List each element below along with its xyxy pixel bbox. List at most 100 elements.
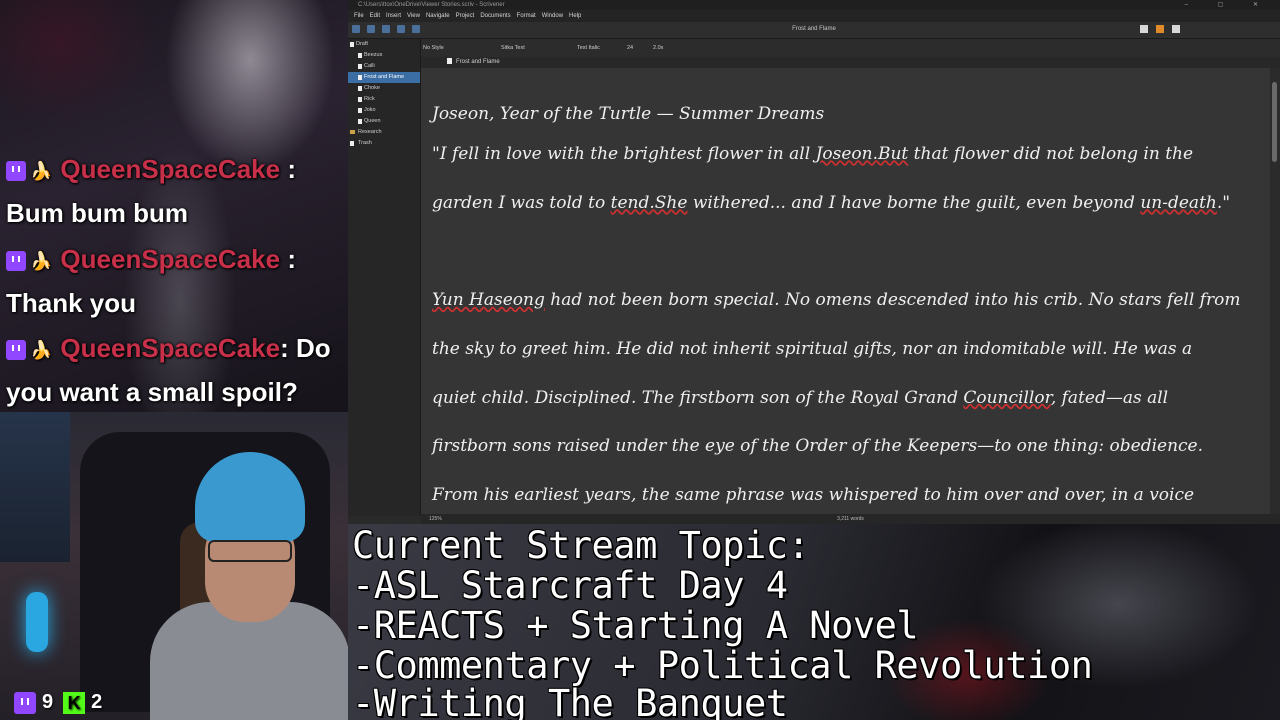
text-line: firstborn sons raised under the eye of t…: [432, 436, 1204, 457]
binder-item-choke[interactable]: Choke: [348, 83, 420, 94]
twitch-badge-icon: [6, 251, 26, 272]
menu-navigate[interactable]: Navigate: [426, 10, 450, 22]
text-line: "I fell in love with the brightest flowe…: [432, 144, 1194, 164]
scrivener-window: C:\Users\ttox\OneDrive\Viewer Stories.sc…: [348, 0, 1280, 524]
chat-text: Bum bum bum: [6, 198, 188, 229]
binder-item-draft[interactable]: Draft: [348, 39, 420, 50]
wall-poster: [0, 412, 70, 562]
chat-message: 🍌 QueenSpaceCake: Do you want a small spo…: [6, 327, 344, 412]
menu-file[interactable]: File: [354, 10, 364, 22]
format-bar: No Style Sitka Text Text Italic 24 2.0x: [421, 39, 1280, 58]
menu-edit[interactable]: Edit: [370, 10, 380, 22]
chat-text: Thank you: [6, 288, 137, 319]
menu-bar: File Edit Insert View Navigate Project D…: [348, 10, 1280, 22]
kick-viewer-count: K 2: [63, 691, 102, 714]
binder-item-trash[interactable]: Trash: [348, 138, 420, 149]
word-count: 3,211 words: [837, 516, 864, 522]
style-select[interactable]: No Style: [423, 45, 444, 51]
chat-text: you want a small spoil?: [6, 377, 298, 408]
chat-overlay: 🍌 QueenSpaceCake : Bum bum bum 🍌 QueenSpac…: [0, 0, 348, 412]
editor-document-title: Frost and Flame: [456, 59, 500, 65]
menu-project[interactable]: Project: [456, 10, 475, 22]
chat-message: 🍌 QueenSpaceCake : Thank you: [6, 238, 344, 324]
menu-window[interactable]: Window: [542, 10, 563, 22]
trash-icon: [350, 141, 354, 146]
stream-topic-banner: Current Stream Topic: -ASL Starcraft Day…: [348, 524, 1280, 720]
line-spacing-select[interactable]: 2.0x: [653, 45, 663, 51]
viewer-counters: 9 K 2: [14, 691, 102, 714]
misspelled-word: Councillor: [963, 387, 1051, 408]
text-line: quiet child. Disciplined. The firstborn …: [432, 387, 1169, 408]
binder-item-rick[interactable]: Rick: [348, 94, 420, 105]
chapter-heading: Joseon, Year of the Turtle — Summer Drea…: [432, 104, 825, 124]
document-icon: [358, 53, 362, 58]
topic-title: Current Stream Topic:: [352, 524, 810, 567]
editor-pane[interactable]: Joseon, Year of the Turtle — Summer Drea…: [421, 68, 1270, 514]
main-toolbar: Frost and Flame: [348, 22, 1280, 39]
menu-format[interactable]: Format: [517, 10, 536, 22]
lava-lamp: [26, 592, 48, 652]
outline-view-icon[interactable]: [1172, 25, 1180, 33]
binder-item-calli[interactable]: Calli: [348, 61, 420, 72]
menu-insert[interactable]: Insert: [386, 10, 401, 22]
document-icon: [358, 108, 362, 113]
twitch-badge-icon: [6, 161, 26, 182]
misspelled-word: tend.She: [610, 192, 688, 213]
text-line: Yun Haseong had not been born special. N…: [432, 290, 1241, 311]
editor-scrollbar[interactable]: [1270, 68, 1280, 514]
misspelled-word: Joseon.But: [815, 144, 909, 164]
twitch-viewer-count: 9: [14, 691, 53, 714]
editor-header: Frost and Flame: [421, 57, 1280, 68]
text-line: garden I was told to tend.She withered..…: [432, 192, 1231, 213]
binder-item-queen[interactable]: Queen: [348, 116, 420, 127]
window-title: C:\Users\ttox\OneDrive\Viewer Stories.sc…: [358, 2, 505, 8]
topic-item: -ASL Starcraft Day 4: [352, 564, 788, 607]
chat-message: 🍌 QueenSpaceCake : Bum bum bum: [6, 148, 344, 234]
banana-badge-icon: 🍌: [30, 161, 53, 182]
misspelled-word: Yun Haseong: [432, 290, 545, 311]
topic-item: -REACTS + Starting A Novel: [352, 604, 919, 647]
binder-item-research[interactable]: Research: [348, 127, 420, 138]
chat-username: QueenSpaceCake: [60, 333, 281, 363]
window-controls[interactable]: – ▢ ✕: [1185, 0, 1272, 10]
binder-sidebar: Draft Beezus Calli Frost and Flame Choke…: [348, 39, 421, 516]
status-bar: 125% 3,211 words: [421, 514, 1280, 524]
kick-icon: K: [63, 691, 86, 714]
window-titlebar: C:\Users\ttox\OneDrive\Viewer Stories.sc…: [348, 0, 1280, 10]
text-line: the sky to greet him. He did not inherit…: [432, 338, 1193, 359]
scrollbar-thumb[interactable]: [1272, 82, 1277, 162]
document-icon: [350, 42, 354, 47]
menu-view[interactable]: View: [407, 10, 420, 22]
folder-icon: [350, 130, 355, 134]
twitch-badge-icon: [6, 340, 26, 361]
menu-documents[interactable]: Documents: [480, 10, 510, 22]
misspelled-word: un-death: [1140, 192, 1217, 213]
text-line: From his earliest years, the same phrase…: [432, 484, 1195, 505]
document-icon: [447, 58, 452, 65]
chat-text: Do: [295, 333, 331, 363]
topic-item: -Writing The Banquet: [352, 682, 788, 720]
streamer-glasses: [208, 540, 292, 562]
document-icon: [358, 119, 362, 124]
banana-badge-icon: 🍌: [30, 251, 53, 272]
topic-item: -Commentary + Political Revolution: [352, 644, 1093, 687]
corkboard-view-icon[interactable]: [1156, 25, 1164, 33]
document-icon: [358, 64, 362, 69]
font-select[interactable]: Sitka Text: [501, 45, 525, 51]
document-icon: [358, 86, 362, 91]
banana-badge-icon: 🍌: [30, 340, 53, 361]
chat-username: QueenSpaceCake: [60, 244, 281, 274]
binder-item-frost-and-flame[interactable]: Frost and Flame: [348, 72, 420, 83]
binder-item-beezus[interactable]: Beezus: [348, 50, 420, 61]
binder-item-joko[interactable]: Joko: [348, 105, 420, 116]
editor-view-icon[interactable]: [1140, 25, 1148, 33]
manuscript-text[interactable]: Joseon, Year of the Turtle — Summer Drea…: [432, 98, 1264, 514]
font-size-select[interactable]: 24: [627, 45, 633, 51]
webcam-feed: 9 K 2: [0, 412, 348, 720]
typeface-select[interactable]: Text Italic: [577, 45, 600, 51]
document-icon: [358, 97, 362, 102]
menu-help[interactable]: Help: [569, 10, 581, 22]
chat-username: QueenSpaceCake: [60, 154, 281, 184]
document-icon: [358, 75, 362, 80]
twitch-icon: [14, 691, 36, 714]
